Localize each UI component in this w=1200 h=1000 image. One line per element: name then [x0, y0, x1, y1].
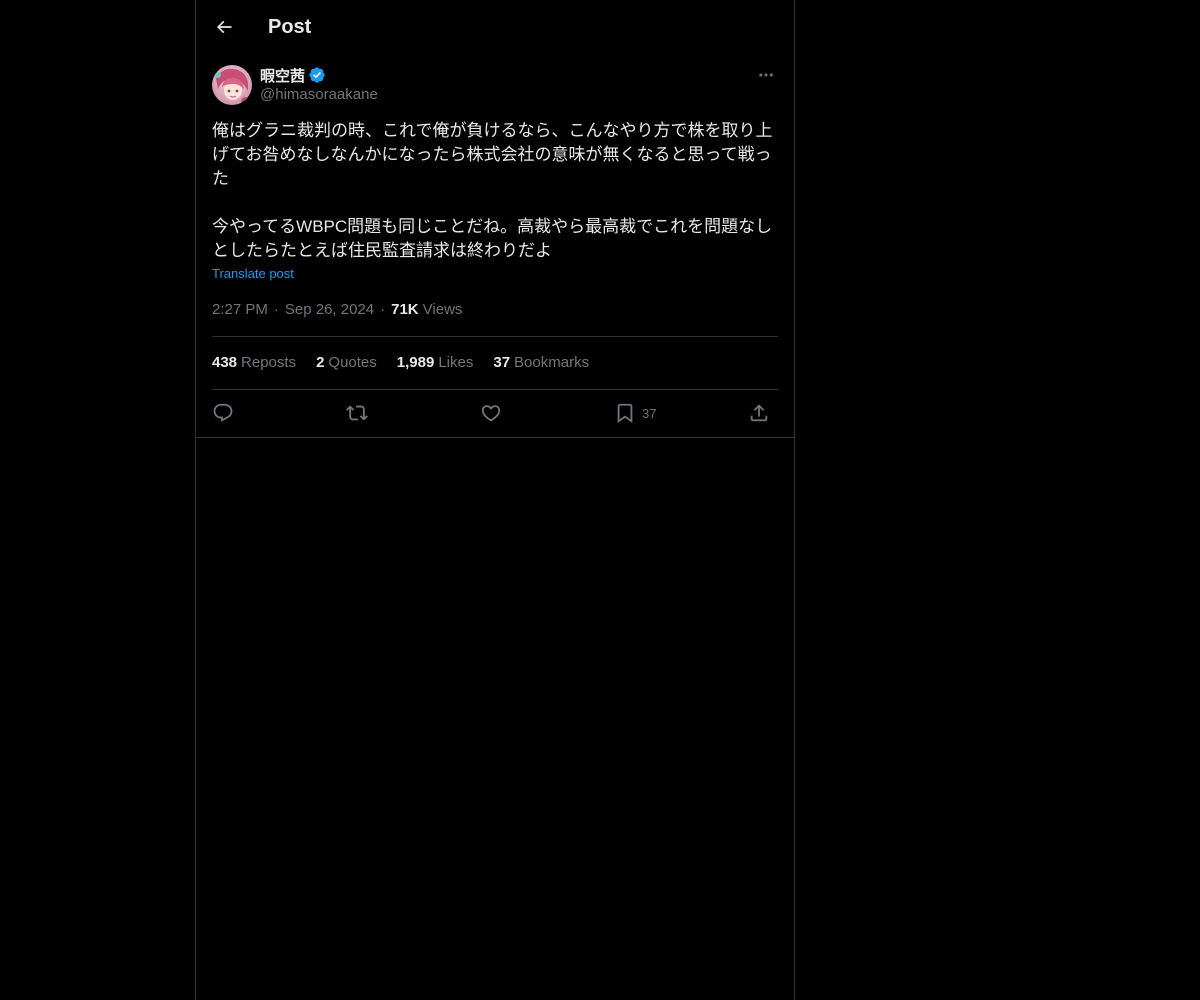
verified-badge-icon — [308, 66, 326, 84]
page-title: Post — [268, 16, 312, 38]
post-text: 俺はグラニ裁判の時、これで俺が負けるなら、こんなやり方で株を取り上げてお咎めなし… — [212, 121, 773, 260]
share-button[interactable] — [748, 398, 770, 428]
likes-label: Likes — [438, 354, 474, 371]
quotes-count: 2 — [316, 354, 325, 371]
bookmarks-label: Bookmarks — [514, 354, 590, 371]
separator-dot: · — [380, 301, 386, 318]
post-author: 暇空茜 @himasoraakane — [212, 64, 778, 108]
repost-icon — [346, 405, 368, 421]
reposts-stat[interactable]: 438 Reposts — [212, 353, 296, 373]
display-name[interactable]: 暇空茜 — [260, 65, 305, 86]
post-metadata: 2:27 PM · Sep 26, 2024 · 71K Views — [212, 300, 462, 320]
display-name-row: 暇空茜 — [260, 64, 326, 86]
translate-post-link[interactable]: Translate post — [212, 265, 294, 283]
reposts-label: Reposts — [241, 354, 297, 371]
post-time[interactable]: 2:27 PM — [212, 300, 268, 320]
post-detail-column: Post 暇空茜 @himasoraakane 俺はグラニ裁判の時、これで俺が負… — [195, 0, 795, 1000]
reply-icon — [213, 403, 233, 422]
repost-button[interactable] — [346, 398, 368, 428]
views-count: 71K — [391, 301, 419, 318]
divider — [212, 389, 778, 390]
engagement-stats: 438 Reposts 2 Quotes 1,989 Likes 37 Bookmark… — [212, 353, 609, 373]
more-options-button[interactable] — [754, 64, 778, 86]
share-icon — [750, 404, 768, 422]
views-label: Views — [422, 301, 463, 318]
bookmark-icon — [617, 403, 633, 424]
bookmark-count: 37 — [642, 405, 657, 421]
author-handle[interactable]: @himasoraakane — [260, 85, 378, 105]
bookmarks-count: 37 — [493, 354, 511, 371]
like-button[interactable] — [480, 398, 502, 428]
page-header: Post — [196, 0, 794, 54]
reposts-count: 438 — [212, 354, 238, 371]
arrow-left-icon — [216, 20, 232, 34]
more-horizontal-icon — [759, 73, 773, 77]
post-date[interactable]: Sep 26, 2024 — [285, 300, 374, 320]
likes-stat[interactable]: 1,989 Likes — [397, 353, 474, 373]
quotes-label: Quotes — [328, 354, 377, 371]
divider — [212, 336, 778, 337]
bookmark-button[interactable]: 37 — [614, 398, 656, 428]
avatar[interactable] — [212, 65, 252, 105]
quotes-stat[interactable]: 2 Quotes — [316, 353, 377, 373]
post-actions: 37 — [212, 398, 778, 428]
separator-dot: · — [273, 301, 279, 318]
section-divider — [196, 437, 794, 438]
likes-count: 1,989 — [396, 354, 435, 371]
heart-icon — [481, 405, 501, 422]
avatar-image — [212, 65, 252, 105]
reply-button[interactable] — [212, 398, 234, 428]
back-button[interactable] — [208, 11, 240, 43]
bookmarks-stat[interactable]: 37 Bookmarks — [493, 353, 589, 373]
